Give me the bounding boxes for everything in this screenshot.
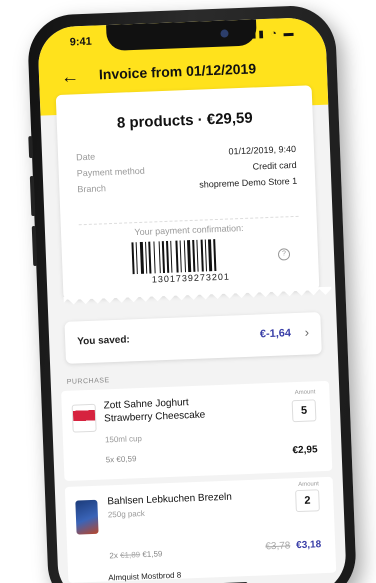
barcode bbox=[131, 239, 217, 275]
payment-row: Payment method Credit card bbox=[77, 160, 297, 178]
help-icon[interactable]: ? bbox=[277, 248, 291, 261]
item-total: €2,95 bbox=[292, 444, 318, 457]
product-image bbox=[75, 499, 99, 535]
item-name: Bahlsen Lebkuchen Brezeln bbox=[107, 491, 233, 508]
status-time: 9:41 bbox=[69, 35, 92, 49]
chevron-right-icon: › bbox=[304, 324, 310, 340]
item-size: 150ml cup bbox=[104, 434, 143, 445]
savings-value: €-1,64 bbox=[259, 327, 292, 341]
quantity-field[interactable]: 5 bbox=[291, 399, 317, 423]
quantity-field[interactable]: 2 bbox=[295, 489, 320, 513]
date-label: Date bbox=[75, 151, 96, 163]
branch-value: shopreme Demo Store 1 bbox=[199, 175, 298, 190]
unit-prefix: 2x bbox=[109, 551, 119, 561]
savings-row[interactable]: You saved: €-1,64 › bbox=[64, 312, 322, 364]
device-mockup: 9:41 ▮▮▮ ◔ ▬ ← Invoice from 01/12/2019 8… bbox=[0, 0, 376, 583]
unit-price: 5x €0,59 bbox=[106, 454, 137, 464]
silent-switch bbox=[28, 136, 34, 159]
date-row: Date 01/12/2019, 9:40 bbox=[76, 144, 296, 162]
invoice-card: 8 products · €29,59 Date 01/12/2019, 9:4… bbox=[55, 85, 320, 300]
branch-row: Branch shopreme Demo Store 1 bbox=[77, 176, 297, 194]
item-total: €3,78 €3,18 bbox=[265, 539, 321, 552]
page-title: Invoice from 01/12/2019 bbox=[98, 60, 257, 83]
payment-label: Payment method bbox=[76, 165, 145, 179]
camera-icon bbox=[220, 29, 229, 38]
item-total-new: €3,18 bbox=[295, 539, 322, 552]
unit-prefix: 5x bbox=[105, 455, 115, 465]
unit-price: 2x €1,89 €1,59 bbox=[109, 549, 162, 560]
savings-label: You saved: bbox=[77, 334, 130, 348]
invoice-summary: 8 products · €29,59 bbox=[116, 109, 254, 132]
item-size: 250g pack bbox=[107, 508, 145, 520]
list-item[interactable]: Zott Sahne Joghurt Strawberry Cheescake … bbox=[61, 380, 333, 482]
item-total-old: €3,78 bbox=[265, 540, 291, 553]
amount-label: Amount bbox=[294, 389, 316, 397]
unit-price-old: €1,89 bbox=[119, 550, 141, 560]
phone-frame: 9:41 ▮▮▮ ◔ ▬ ← Invoice from 01/12/2019 8… bbox=[26, 4, 358, 583]
purchase-section-label: PURCHASE bbox=[66, 377, 110, 386]
branch-label: Branch bbox=[77, 183, 107, 195]
amount-label: Amount bbox=[298, 481, 319, 489]
volume-down-button bbox=[31, 225, 38, 267]
arrow-left-icon[interactable]: ← bbox=[61, 66, 80, 88]
unit-price-value: €1,59 bbox=[142, 549, 163, 560]
volume-up-button bbox=[29, 175, 36, 217]
payment-value: Credit card bbox=[252, 159, 297, 172]
product-image bbox=[71, 403, 97, 433]
app-screen: 9:41 ▮▮▮ ◔ ▬ ← Invoice from 01/12/2019 8… bbox=[37, 16, 348, 583]
list-item[interactable]: Bahlsen Lebkuchen Brezeln 250g pack Amou… bbox=[64, 476, 337, 583]
unit-price-value: €0,59 bbox=[116, 454, 137, 465]
date-value: 01/12/2019, 9:40 bbox=[228, 143, 297, 157]
next-item-peek: Almquist Mostbrod 8 bbox=[108, 570, 182, 583]
item-name: Zott Sahne Joghurt Strawberry Cheescake bbox=[103, 397, 206, 425]
